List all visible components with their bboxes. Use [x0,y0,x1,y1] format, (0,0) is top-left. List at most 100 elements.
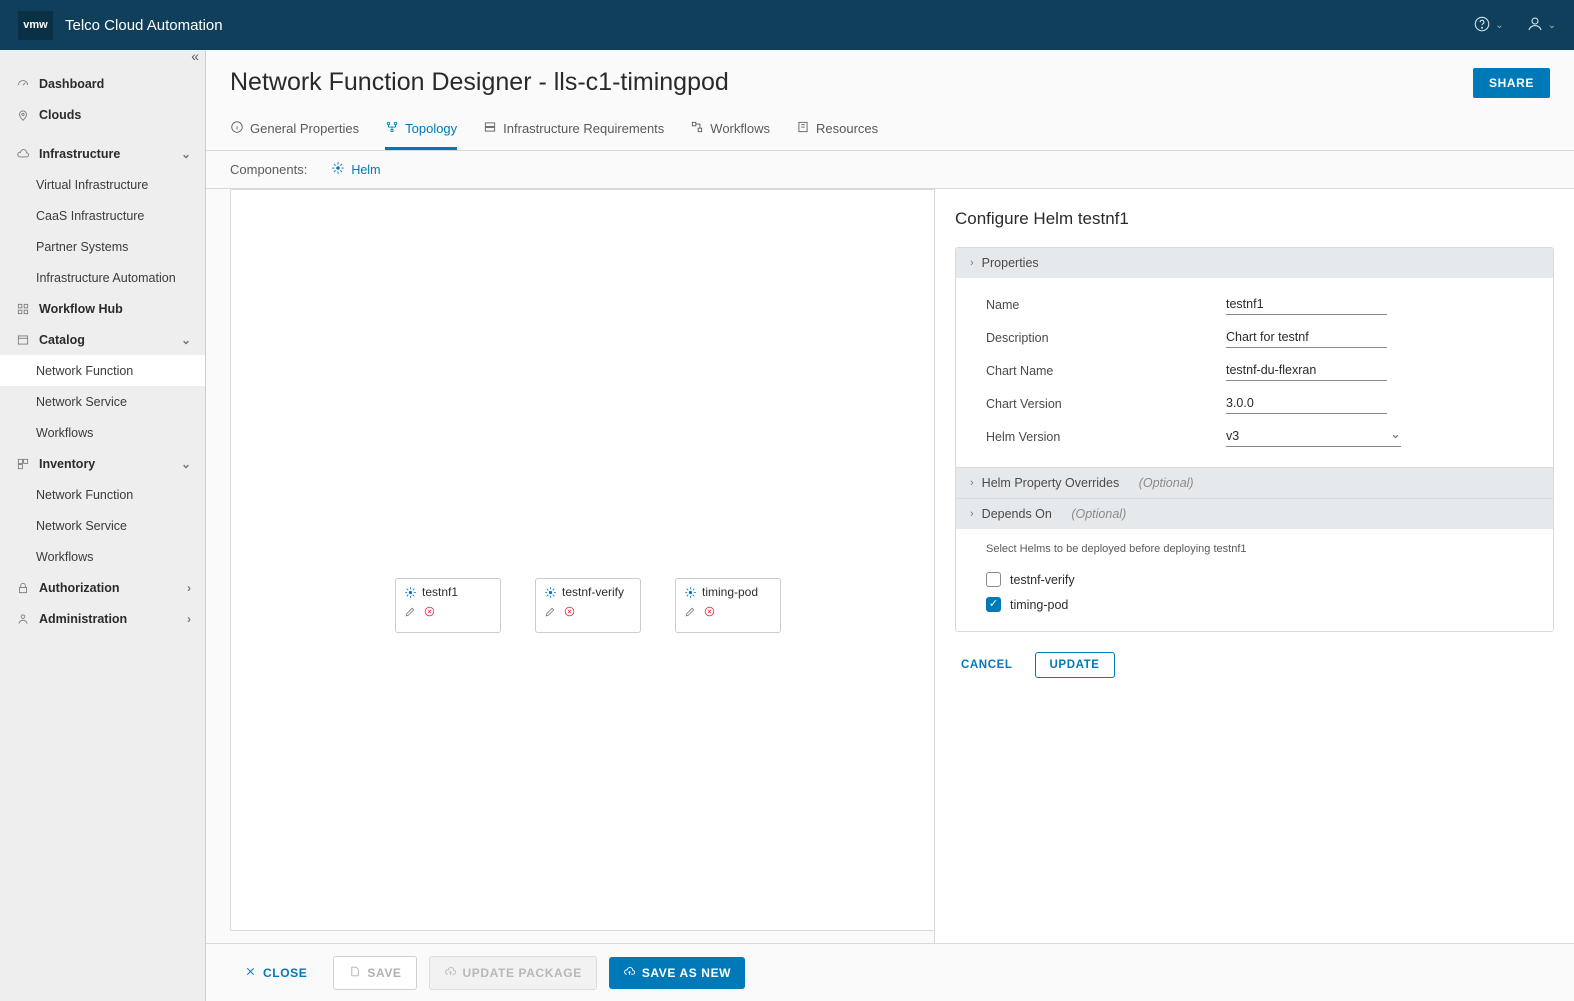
sidebar-item-catalog-ns[interactable]: Network Service [0,386,205,417]
help-icon [1473,15,1491,36]
chart-version-input[interactable] [1226,393,1387,414]
edit-node-button[interactable] [544,605,557,621]
tab-label: Workflows [710,121,770,136]
sidebar-item-authorization[interactable]: Authorization › [0,572,205,603]
sidebar-item-dashboard[interactable]: Dashboard [0,68,205,99]
component-helm[interactable]: Helm [331,161,380,178]
section-properties-header[interactable]: › Properties [956,248,1553,278]
workflow-icon [690,120,704,137]
pin-icon [14,108,32,122]
tab-label: Topology [405,121,457,136]
depends-checkbox-timing-pod[interactable] [986,597,1001,612]
sidebar-item-label: Workflow Hub [39,302,123,316]
depends-option-label: timing-pod [1010,598,1068,612]
configure-panel: Configure Helm testnf1 › Properties Name [934,189,1574,943]
sidebar-item-catalog-nf[interactable]: Network Function [0,355,205,386]
save-label: SAVE [367,966,401,980]
sidebar-item-label: Network Function [36,488,133,502]
section-label: Helm Property Overrides [982,476,1120,490]
save-as-new-button[interactable]: SAVE AS NEW [609,957,745,989]
section-label: Properties [982,256,1039,270]
vmw-logo: vmw [18,11,53,40]
file-icon [348,965,361,981]
component-helm-label: Helm [351,163,380,177]
sidebar-item-label: Authorization [39,581,120,595]
admin-icon [14,612,32,626]
app-header: vmw Telco Cloud Automation ⌄ ⌄ [0,0,1574,50]
update-package-label: UPDATE PACKAGE [463,966,582,980]
share-button[interactable]: SHARE [1473,68,1550,98]
close-button[interactable]: CLOSE [230,957,321,989]
tab-workflows[interactable]: Workflows [690,112,770,150]
cloud-icon [14,147,32,161]
tab-resources[interactable]: Resources [796,112,878,150]
main-content: Network Function Designer - lls-c1-timin… [206,50,1574,1001]
node-label: testnf-verify [562,585,624,599]
field-label-description: Description [986,331,1226,345]
helm-icon [331,161,345,178]
sidebar-collapse-button[interactable]: « [191,50,199,63]
app-title: Telco Cloud Automation [65,17,223,34]
description-input[interactable] [1226,327,1387,348]
delete-node-button[interactable] [423,605,436,621]
topology-node[interactable]: timing-pod [675,578,781,633]
close-label: CLOSE [263,966,307,980]
sidebar-item-virtual-infra[interactable]: Virtual Infrastructure [0,169,205,200]
edit-node-button[interactable] [404,605,417,621]
sidebar-group-infrastructure[interactable]: Infrastructure ⌄ [0,138,205,169]
sidebar-item-administration[interactable]: Administration › [0,603,205,634]
sidebar-item-catalog-wf[interactable]: Workflows [0,417,205,448]
sidebar-item-label: Infrastructure Automation [36,271,176,285]
chevron-down-icon: ⌄ [181,457,191,471]
sidebar-item-infra-automation[interactable]: Infrastructure Automation [0,262,205,293]
tab-topology[interactable]: Topology [385,112,457,150]
sidebar-item-label: Dashboard [39,77,104,91]
sidebar-item-caas-infra[interactable]: CaaS Infrastructure [0,200,205,231]
sidebar: « Dashboard Clouds Infrastructure ⌄ Virt… [0,50,206,1001]
helm-icon [404,586,417,599]
section-label: Depends On [982,507,1052,521]
sidebar-item-partner-systems[interactable]: Partner Systems [0,231,205,262]
user-menu[interactable]: ⌄ [1526,15,1556,36]
field-label-helm-version: Helm Version [986,430,1226,444]
sidebar-item-clouds[interactable]: Clouds [0,99,205,130]
resources-icon [796,120,810,137]
sidebar-item-inventory-nf[interactable]: Network Function [0,479,205,510]
section-depends-header[interactable]: › Depends On (Optional) [956,498,1553,529]
edit-node-button[interactable] [684,605,697,621]
sidebar-item-label: Network Function [36,364,133,378]
name-input[interactable] [1226,294,1387,315]
helm-version-select[interactable] [1226,426,1401,447]
update-button[interactable]: UPDATE [1035,652,1115,678]
depends-checkbox-testnf-verify[interactable] [986,572,1001,587]
configure-title: Configure Helm testnf1 [955,209,1554,229]
sidebar-item-inventory-wf[interactable]: Workflows [0,541,205,572]
save-button[interactable]: SAVE [333,956,416,990]
delete-node-button[interactable] [563,605,576,621]
page-title: Network Function Designer - lls-c1-timin… [230,68,729,97]
section-overrides-header[interactable]: › Helm Property Overrides (Optional) [956,467,1553,498]
optional-label: (Optional) [1071,507,1126,521]
designer-tabs: General Properties Topology Infrastructu… [206,112,1574,151]
cloud-up-icon [444,965,457,981]
chart-name-input[interactable] [1226,360,1387,381]
catalog-icon [14,333,32,347]
topology-node[interactable]: testnf1 [395,578,501,633]
sidebar-item-workflow-hub[interactable]: Workflow Hub [0,293,205,324]
gauge-icon [14,77,32,91]
topology-node[interactable]: testnf-verify [535,578,641,633]
delete-node-button[interactable] [703,605,716,621]
sidebar-item-label: Clouds [39,108,81,122]
sidebar-group-inventory[interactable]: Inventory ⌄ [0,448,205,479]
tab-general-properties[interactable]: General Properties [230,112,359,150]
cloud-up-icon [623,965,636,981]
cancel-button[interactable]: CANCEL [955,653,1019,677]
help-menu[interactable]: ⌄ [1473,15,1503,36]
update-package-button[interactable]: UPDATE PACKAGE [429,956,597,990]
sidebar-group-catalog[interactable]: Catalog ⌄ [0,324,205,355]
sidebar-item-label: Administration [39,612,127,626]
chevron-right-icon: › [970,477,974,489]
sidebar-item-inventory-ns[interactable]: Network Service [0,510,205,541]
chevron-down-icon: ⌄ [181,333,191,347]
tab-infra-requirements[interactable]: Infrastructure Requirements [483,112,664,150]
